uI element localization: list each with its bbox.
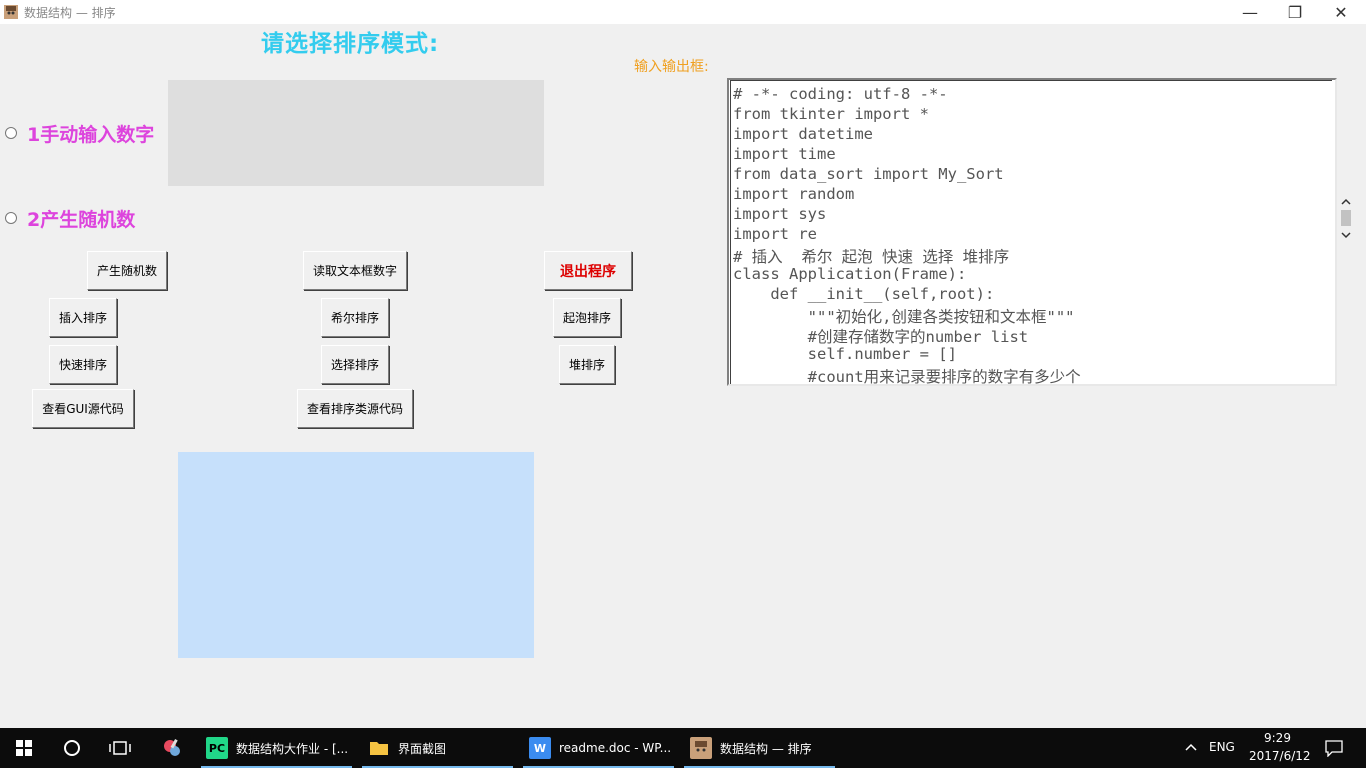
taskbar-app-label: 界面截图 <box>398 741 447 756</box>
app-icon <box>4 5 18 19</box>
scroll-down-arrow-icon <box>1341 232 1351 239</box>
tk-app-icon <box>690 737 712 759</box>
tray-chevron-up-icon[interactable] <box>1184 742 1198 752</box>
code-line: from data_sort import My_Sort <box>733 165 1004 183</box>
taskbar-app-folder[interactable]: 界面截图 <box>368 728 446 768</box>
taskbar-app-label: 数据结构大作业 - [... <box>236 741 349 756</box>
mode-heading: 请选择排序模式: <box>261 31 440 57</box>
code-line: def __init__(self,root): <box>733 285 995 303</box>
window-title: 数据结构 — 排序 <box>24 6 116 20</box>
paint-tool-icon <box>164 739 180 756</box>
cortana-button[interactable] <box>48 728 96 768</box>
cortana-circle-icon <box>64 740 80 756</box>
scroll-thumb <box>1341 210 1351 226</box>
code-line: import re <box>733 225 817 243</box>
code-line: from tkinter import * <box>733 105 929 123</box>
pinned-app-button[interactable] <box>148 728 196 768</box>
textbox-scrollbar[interactable] <box>1338 196 1354 244</box>
title-bar: 数据结构 — 排序 — ❐ ✕ <box>0 0 1366 24</box>
taskbar-app-sort[interactable]: 数据结构 — 排序 <box>690 728 812 768</box>
read-textbox-button[interactable]: 读取文本框数字 <box>303 251 407 290</box>
code-line: import sys <box>733 205 827 223</box>
view-gui-source-button[interactable]: 查看GUI源代码 <box>32 389 134 428</box>
start-button[interactable] <box>0 728 48 768</box>
tray-language[interactable]: ENG <box>1209 740 1235 754</box>
task-view-button[interactable] <box>96 728 144 768</box>
insertion-sort-button[interactable]: 插入排序 <box>49 298 117 337</box>
wps-icon: W <box>529 737 551 759</box>
output-canvas <box>178 452 534 658</box>
bubble-sort-button[interactable]: 起泡排序 <box>553 298 621 337</box>
selection-sort-button[interactable]: 选择排序 <box>321 345 389 384</box>
code-line: self.number = [] <box>733 345 957 363</box>
taskbar-app-label: 数据结构 — 排序 <box>720 741 812 756</box>
generate-random-button[interactable]: 产生随机数 <box>87 251 167 290</box>
scroll-up-arrow-icon <box>1341 198 1351 205</box>
manual-input-label: 1手动输入数字 <box>27 124 155 146</box>
io-box-label: 输入输出框: <box>634 59 709 75</box>
view-sort-source-button[interactable]: 查看排序类源代码 <box>297 389 413 428</box>
code-line: import datetime <box>733 125 873 143</box>
code-line: #创建存储数字的number list <box>733 328 1029 346</box>
folder-icon <box>368 737 390 759</box>
pycharm-icon: PC <box>206 737 228 759</box>
code-line: """初始化,创建各类按钮和文本框""" <box>733 308 1075 326</box>
task-view-icon <box>109 741 131 755</box>
tray-time[interactable]: 9:29 <box>1264 731 1291 745</box>
manual-input-panel[interactable] <box>168 80 544 186</box>
random-number-radio[interactable] <box>5 212 17 224</box>
heap-sort-button[interactable]: 堆排序 <box>559 345 615 384</box>
shell-sort-button[interactable]: 希尔排序 <box>321 298 389 337</box>
code-line: class Application(Frame): <box>733 265 967 283</box>
code-line: import random <box>733 185 855 203</box>
code-line: # 插入 希尔 起泡 快速 选择 堆排序 <box>733 248 1010 266</box>
code-line: import time <box>733 145 836 163</box>
io-textbox[interactable]: # -*- coding: utf-8 -*- from tkinter imp… <box>727 78 1337 386</box>
code-line: #count用来记录要排序的数字有多少个 <box>733 368 1081 386</box>
taskbar-app-wps[interactable]: W readme.doc - WP... <box>529 728 671 768</box>
code-line: # -*- coding: utf-8 -*- <box>733 85 948 103</box>
restore-button[interactable]: ❐ <box>1272 0 1318 24</box>
manual-input-radio[interactable] <box>5 127 17 139</box>
random-number-label: 2产生随机数 <box>27 209 136 231</box>
notification-icon[interactable] <box>1325 739 1343 757</box>
taskbar-app-pycharm[interactable]: PC 数据结构大作业 - [... <box>206 728 348 768</box>
taskbar: PC 数据结构大作业 - [... 界面截图 W readme.doc - WP… <box>0 728 1366 768</box>
taskbar-app-label: readme.doc - WP... <box>559 741 672 755</box>
quick-sort-button[interactable]: 快速排序 <box>49 345 117 384</box>
exit-button[interactable]: 退出程序 <box>544 251 632 290</box>
windows-logo-icon <box>16 740 32 756</box>
tray-date[interactable]: 2017/6/12 <box>1249 749 1311 763</box>
close-button[interactable]: ✕ <box>1318 0 1364 24</box>
minimize-button[interactable]: — <box>1227 0 1273 24</box>
